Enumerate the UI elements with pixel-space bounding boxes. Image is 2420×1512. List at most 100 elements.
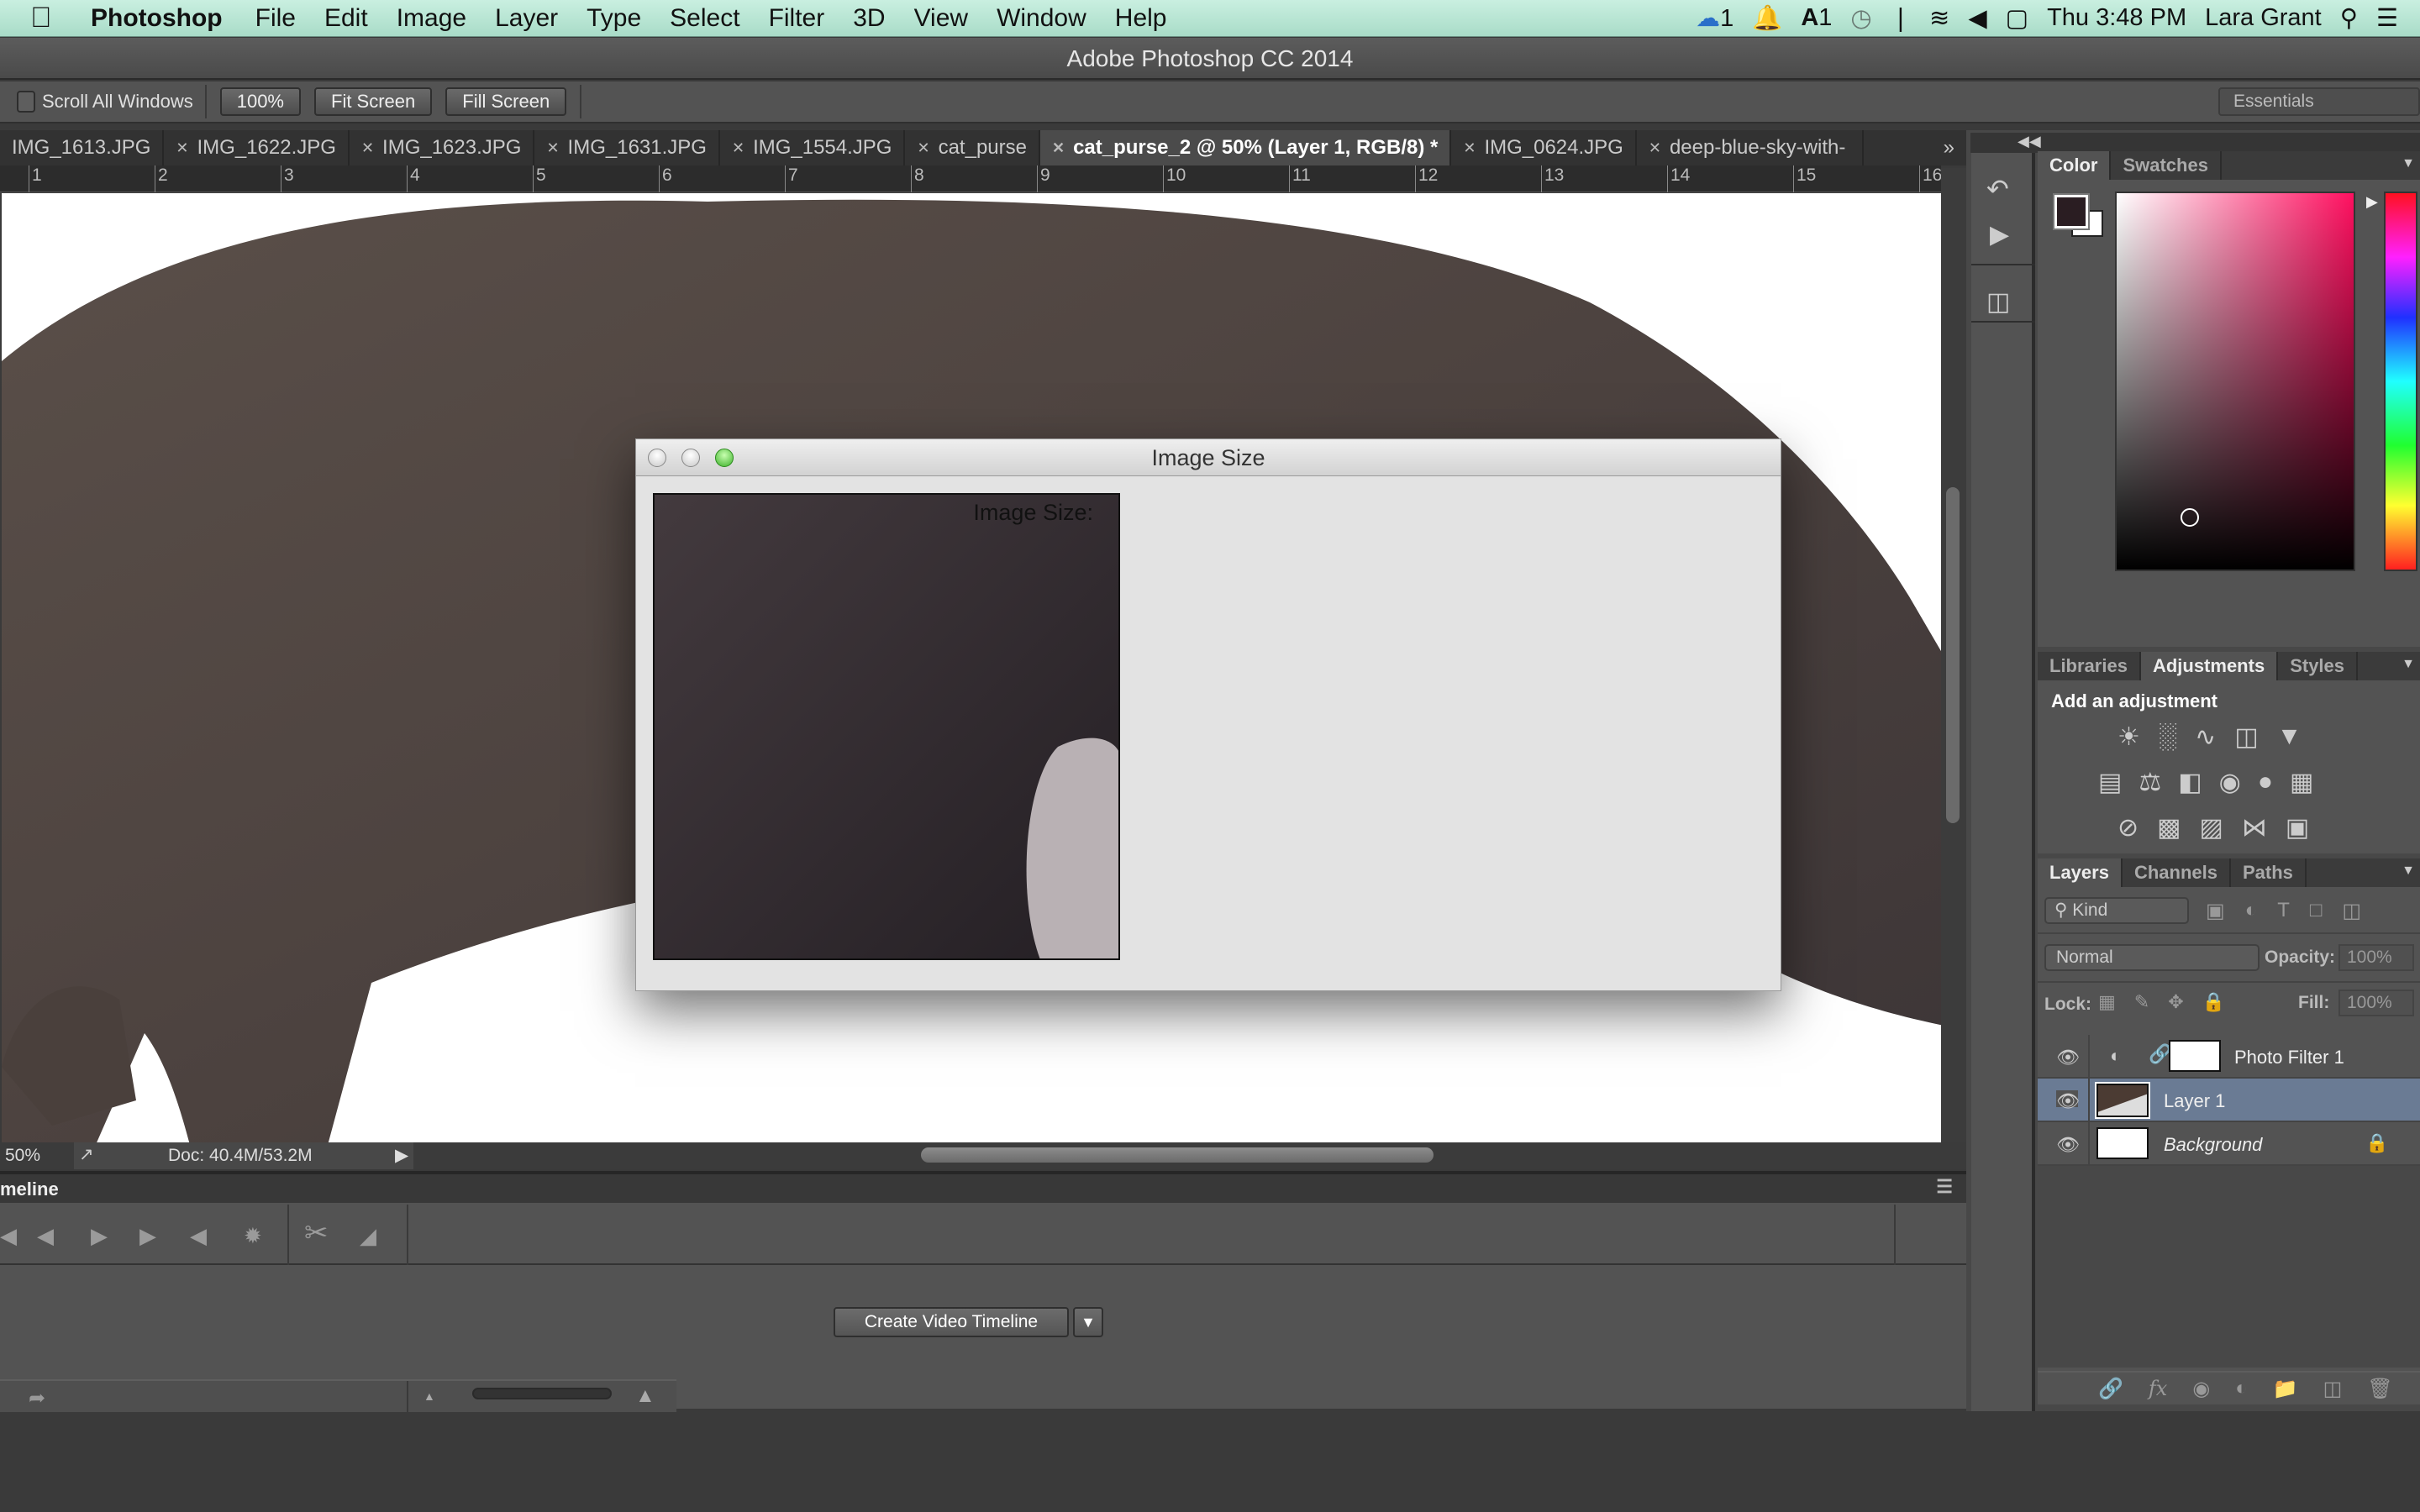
spotlight-icon[interactable]: ⚲ (2340, 3, 2358, 33)
volume-icon[interactable]: ◀ (1968, 3, 1986, 33)
close-tab-icon[interactable]: ✕ (176, 130, 188, 165)
vibrance-icon[interactable]: ▼ (2277, 722, 2302, 752)
layer-name[interactable]: Background (2164, 1134, 2262, 1156)
fit-screen-button[interactable]: Fit Screen (314, 87, 433, 116)
3d-panel-icon[interactable]: ◫ (1986, 287, 2010, 317)
close-tab-icon[interactable]: ✕ (917, 130, 929, 165)
threshold-icon[interactable]: ▨ (2200, 813, 2223, 843)
layer-name[interactable]: Photo Filter 1 (2234, 1047, 2344, 1068)
fill-field[interactable]: 100% (2338, 990, 2414, 1016)
layer-mask-thumbnail[interactable] (2169, 1040, 2221, 1072)
creative-cloud-icon[interactable]: ☁1 (1696, 3, 1733, 33)
lock-all-icon[interactable]: 🔒 (2202, 991, 2225, 1013)
menu-edit[interactable]: Edit (310, 4, 382, 33)
menu-image[interactable]: Image (382, 4, 481, 33)
close-tab-icon[interactable]: ✕ (1052, 130, 1065, 165)
tab-styles[interactable]: Styles (2278, 652, 2359, 680)
prev-frame-icon[interactable]: ◀ (37, 1223, 54, 1249)
apple-menu-icon[interactable]:  (30, 2, 69, 34)
tab-adjustments[interactable]: Adjustments (2140, 652, 2279, 680)
image-preview[interactable] (653, 493, 1120, 960)
menu-3d[interactable]: 3D (839, 4, 899, 33)
menu-layer[interactable]: Layer (481, 4, 572, 33)
menubar-user[interactable]: Lara Grant (2205, 4, 2322, 32)
actions-panel-icon[interactable]: ▶ (1990, 220, 2009, 249)
levels-icon[interactable]: ░ (2159, 722, 2176, 752)
hue-slider-handle[interactable]: ▶ (2366, 193, 2378, 211)
invert-icon[interactable]: ⊘ (2118, 813, 2139, 843)
tab-libraries[interactable]: Libraries (2038, 652, 2141, 680)
panel-menu-icon[interactable]: ▼ (2402, 858, 2420, 887)
doc-tab[interactable]: IMG_1613.JPG (0, 130, 165, 165)
horizontal-scroll-thumb[interactable] (921, 1147, 1434, 1163)
black-white-icon[interactable]: ◧ (2178, 768, 2202, 797)
adobe-icon[interactable]: A1 (1801, 4, 1832, 32)
notification-bell-icon[interactable]: 🔔 (1752, 4, 1782, 33)
exposure-icon[interactable]: ◫ (2234, 722, 2258, 752)
menu-view[interactable]: View (900, 4, 982, 33)
history-panel-icon[interactable]: ↶ (1986, 173, 2009, 205)
opacity-field[interactable]: 100% (2338, 944, 2414, 971)
collapse-panels-icon[interactable]: ◀◀ (2018, 133, 2041, 150)
gradient-map-icon[interactable]: ▣ (2286, 813, 2309, 843)
tab-paths[interactable]: Paths (2231, 858, 2307, 887)
color-spectrum-field[interactable] (2115, 192, 2355, 571)
visibility-eye-icon[interactable]: 👁 (2056, 1047, 2080, 1068)
close-tab-icon[interactable]: ✕ (546, 130, 559, 165)
split-clip-icon[interactable]: ✂ (304, 1216, 329, 1250)
close-tab-icon[interactable]: ✕ (1463, 130, 1476, 165)
menu-app-name[interactable]: Photoshop (69, 4, 241, 33)
color-balance-icon[interactable]: ⚖ (2139, 768, 2161, 797)
hue-saturation-icon[interactable]: ▤ (2098, 768, 2122, 797)
link-layers-icon[interactable]: 🔗 (2098, 1377, 2123, 1401)
doc-tab[interactable]: ✕ IMG_1622.JPG (164, 130, 350, 165)
timeline-zoom-slider[interactable] (472, 1388, 612, 1399)
menu-select[interactable]: Select (655, 4, 754, 33)
tab-color[interactable]: Color (2038, 151, 2112, 180)
close-tab-icon[interactable]: ✕ (361, 130, 374, 165)
layer-thumbnail[interactable] (2095, 1082, 2150, 1119)
layer-row-background[interactable]: 👁 Background 🔒 (2038, 1122, 2420, 1166)
menu-type[interactable]: Type (572, 4, 655, 33)
lock-transparent-pixels-icon[interactable]: ▦ (2098, 991, 2116, 1013)
close-window-button[interactable] (648, 449, 666, 467)
tab-layers[interactable]: Layers (2038, 858, 2123, 887)
tab-channels[interactable]: Channels (2123, 858, 2231, 887)
layer-row-layer-1-selected[interactable]: 👁 Layer 1 (2038, 1079, 2420, 1122)
notification-center-icon[interactable]: ☰ (2376, 3, 2398, 33)
fill-screen-button[interactable]: Fill Screen (445, 87, 567, 116)
doc-tab[interactable]: ✕ cat_purse (905, 130, 1040, 165)
brightness-contrast-icon[interactable]: ☀ (2118, 722, 2140, 752)
share-icon[interactable]: ↗ (79, 1144, 94, 1165)
channel-mixer-icon[interactable]: ● (2258, 768, 2273, 797)
foreground-color-swatch[interactable] (2053, 193, 2090, 230)
zoom-window-button[interactable] (715, 449, 734, 467)
menu-filter[interactable]: Filter (755, 4, 839, 33)
color-lookup-icon[interactable]: ▦ (2290, 768, 2313, 797)
new-layer-icon[interactable]: ◫ (2323, 1377, 2343, 1401)
panel-menu-icon[interactable]: ▼ (2402, 652, 2420, 680)
layer-filter-kind-select[interactable]: ⚲ Kind (2044, 897, 2189, 924)
color-picker-cursor[interactable] (2181, 508, 2199, 527)
layer-style-fx-icon[interactable]: fx (2149, 1377, 2167, 1400)
menubar-clock[interactable]: Thu 3:48 PM (2047, 4, 2186, 32)
transition-icon[interactable]: ◢ (360, 1223, 376, 1249)
add-mask-icon[interactable]: ◉ (2192, 1377, 2210, 1401)
playback-settings-icon[interactable]: ✹ (244, 1223, 262, 1249)
minimize-window-button[interactable] (681, 449, 700, 467)
close-tab-icon[interactable]: ✕ (1649, 130, 1661, 165)
scroll-all-windows-checkbox[interactable] (17, 91, 35, 113)
menu-window[interactable]: Window (982, 4, 1101, 33)
filter-shape-icon[interactable]: □ (2310, 899, 2323, 923)
menu-help[interactable]: Help (1101, 4, 1181, 33)
delete-layer-icon[interactable]: 🗑 (2367, 1377, 2392, 1401)
next-frame-icon[interactable]: ▶ (139, 1223, 156, 1249)
blend-mode-select[interactable]: Normal (2044, 944, 2260, 971)
doc-tab[interactable]: ✕ IMG_1623.JPG (350, 130, 535, 165)
vertical-scroll-thumb[interactable] (1946, 487, 1960, 823)
panel-menu-icon[interactable]: ☰ (1936, 1176, 1953, 1198)
doc-tab[interactable]: ✕ deep-blue-sky-with- (1637, 130, 1864, 165)
selective-color-icon[interactable]: ⋈ (2242, 813, 2267, 843)
lock-image-pixels-icon[interactable]: ✎ (2134, 991, 2149, 1013)
hue-slider[interactable] (2384, 192, 2417, 571)
